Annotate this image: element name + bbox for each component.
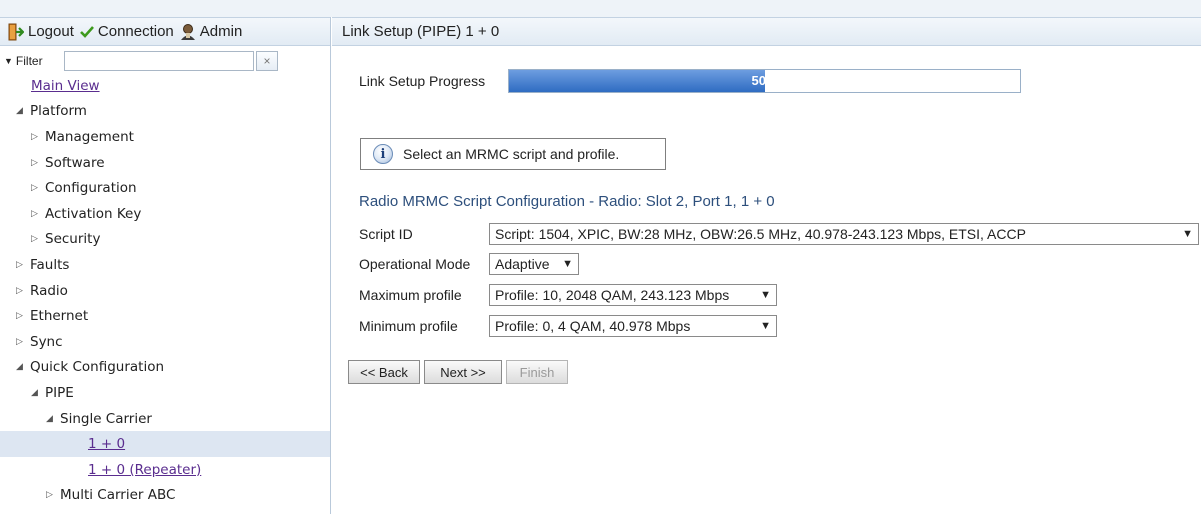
logout-label: Logout [28, 23, 74, 40]
info-message-box: i Select an MRMC script and profile. [360, 138, 666, 170]
min-profile-value: Profile: 0, 4 QAM, 40.978 Mbps [495, 318, 691, 334]
collapsed-triangle-icon[interactable]: ▷ [31, 183, 43, 193]
finish-button[interactable]: Finish [506, 360, 568, 384]
content-pane: Link Setup (PIPE) 1 + 0 Link Setup Progr… [332, 17, 1201, 514]
dropdown-arrow-icon: ▼ [562, 258, 573, 270]
next-button[interactable]: Next >> [424, 360, 502, 384]
collapsed-triangle-icon[interactable]: ▷ [31, 132, 43, 142]
admin-label: Admin [199, 23, 243, 40]
collapsed-triangle-icon[interactable]: ▷ [16, 260, 28, 270]
triangle-down-icon: ▼ [4, 56, 13, 66]
logout-button[interactable]: Logout [8, 23, 74, 41]
tree-item-main-view[interactable]: Main View [0, 73, 330, 99]
filter-label: Filter [15, 54, 43, 68]
collapsed-triangle-icon[interactable]: ▷ [31, 209, 43, 219]
max-profile-value: Profile: 10, 2048 QAM, 243.123 Mbps [495, 287, 730, 303]
tree-label: Single Carrier [60, 410, 152, 427]
collapsed-triangle-icon[interactable]: ▷ [31, 158, 43, 168]
info-icon: i [373, 144, 393, 164]
filter-row: ▼ Filter × [0, 49, 330, 73]
main-view-link[interactable]: Main View [31, 78, 100, 94]
expanded-triangle-icon[interactable]: ◢ [16, 106, 28, 116]
tree-label: Software [45, 154, 105, 171]
collapsed-triangle-icon[interactable]: ▷ [16, 311, 28, 321]
tree-item-platform[interactable]: ◢ Platform [0, 99, 330, 125]
filter-clear-button[interactable]: × [256, 51, 278, 71]
tree-item-ethernet[interactable]: ▷ Ethernet [0, 303, 330, 329]
operational-mode-value: Adaptive [495, 256, 550, 272]
navigation-pane: Logout Connection Admin ▼ Filter × Main … [0, 17, 331, 514]
expanded-triangle-icon[interactable]: ◢ [46, 414, 58, 424]
tree-item-1-plus-0-repeater[interactable]: 1 + 0 (Repeater) [0, 457, 330, 483]
section-title: Radio MRMC Script Configuration - Radio:… [359, 193, 775, 210]
connection-button[interactable]: Connection [79, 23, 174, 40]
dropdown-arrow-icon: ▼ [1182, 228, 1193, 240]
min-profile-label: Minimum profile [359, 318, 458, 334]
back-button[interactable]: << Back [348, 360, 420, 384]
script-id-value: Script: 1504, XPIC, BW:28 MHz, OBW:26.5 … [495, 226, 1026, 242]
tree-item-activation-key[interactable]: ▷ Activation Key [0, 201, 330, 227]
info-message: Select an MRMC script and profile. [403, 146, 620, 162]
expanded-triangle-icon[interactable]: ◢ [31, 388, 43, 398]
script-id-row: Script ID Script: 1504, XPIC, BW:28 MHz,… [359, 223, 1199, 245]
script-id-label: Script ID [359, 226, 413, 242]
page-title: Link Setup (PIPE) 1 + 0 [332, 17, 1201, 46]
dropdown-arrow-icon: ▼ [760, 320, 771, 332]
tree-item-multi-carrier-abc[interactable]: ▷ Multi Carrier ABC [0, 483, 330, 509]
admin-user-icon [180, 23, 196, 41]
one-plus-zero-repeater-link[interactable]: 1 + 0 (Repeater) [88, 462, 201, 478]
operational-mode-row: Operational Mode Adaptive ▼ [359, 253, 579, 275]
expanded-triangle-icon[interactable]: ◢ [16, 362, 28, 372]
one-plus-zero-link[interactable]: 1 + 0 [88, 436, 125, 452]
progress-label: Link Setup Progress [359, 73, 486, 89]
tree-item-management[interactable]: ▷ Management [0, 124, 330, 150]
navigation-tree: Main View ◢ Platform ▷ Management ▷ Softwar… [0, 73, 330, 508]
tree-label: Security [45, 231, 101, 248]
script-id-select[interactable]: Script: 1504, XPIC, BW:28 MHz, OBW:26.5 … [489, 223, 1199, 245]
collapsed-triangle-icon[interactable]: ▷ [16, 286, 28, 296]
min-profile-row: Minimum profile Profile: 0, 4 QAM, 40.97… [359, 315, 777, 337]
tree-item-sync[interactable]: ▷ Sync [0, 329, 330, 355]
tree-item-security[interactable]: ▷ Security [0, 227, 330, 253]
tree-label: Multi Carrier ABC [60, 487, 176, 504]
tree-item-pipe[interactable]: ◢ PIPE [0, 380, 330, 406]
collapsed-triangle-icon[interactable]: ▷ [46, 490, 58, 500]
tree-item-radio[interactable]: ▷ Radio [0, 278, 330, 304]
tree-label: PIPE [45, 384, 74, 401]
progress-text: 50% [751, 73, 778, 88]
tree-item-software[interactable]: ▷ Software [0, 150, 330, 176]
tree-label: Platform [30, 103, 87, 120]
operational-mode-select[interactable]: Adaptive ▼ [489, 253, 579, 275]
max-profile-select[interactable]: Profile: 10, 2048 QAM, 243.123 Mbps ▼ [489, 284, 777, 306]
tree-item-faults[interactable]: ▷ Faults [0, 252, 330, 278]
filter-toggle[interactable]: ▼ Filter [4, 54, 64, 68]
collapsed-triangle-icon[interactable]: ▷ [16, 337, 28, 347]
tree-label: Management [45, 128, 134, 145]
admin-button[interactable]: Admin [180, 23, 243, 41]
dropdown-arrow-icon: ▼ [760, 289, 771, 301]
operational-mode-label: Operational Mode [359, 256, 471, 272]
top-strip [0, 0, 1201, 17]
tree-label: Quick Configuration [30, 359, 165, 376]
logout-icon [8, 23, 24, 41]
max-profile-label: Maximum profile [359, 287, 462, 303]
checkmark-icon [79, 25, 94, 39]
connection-label: Connection [97, 23, 174, 40]
tree-label: Faults [30, 256, 70, 273]
max-profile-row: Maximum profile Profile: 10, 2048 QAM, 2… [359, 284, 777, 306]
tree-label: Sync [30, 333, 63, 350]
tree-item-single-carrier[interactable]: ◢ Single Carrier [0, 406, 330, 432]
collapsed-triangle-icon[interactable]: ▷ [31, 234, 43, 244]
tree-label: Radio [30, 282, 68, 299]
progress-bar: 50% [508, 69, 1021, 93]
tree-label: Configuration [45, 180, 137, 197]
min-profile-select[interactable]: Profile: 0, 4 QAM, 40.978 Mbps ▼ [489, 315, 777, 337]
tree-label: Activation Key [45, 205, 142, 222]
tree-item-1-plus-0[interactable]: 1 + 0 [0, 431, 330, 457]
tree-label: Ethernet [30, 308, 89, 325]
tree-item-quick-configuration[interactable]: ◢ Quick Configuration [0, 355, 330, 381]
toolbar: Logout Connection Admin [0, 17, 330, 46]
filter-input[interactable] [64, 51, 254, 71]
tree-item-configuration[interactable]: ▷ Configuration [0, 175, 330, 201]
